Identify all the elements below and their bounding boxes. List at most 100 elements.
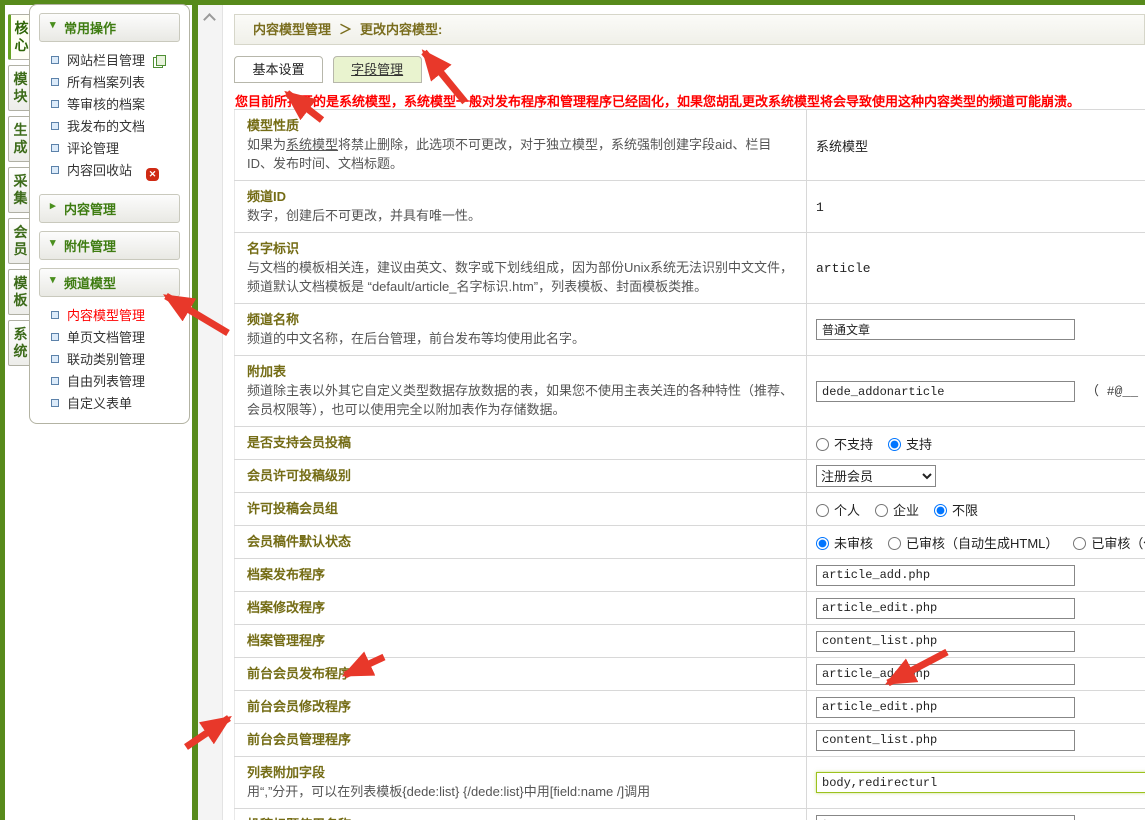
text-input[interactable]	[816, 598, 1075, 619]
sidebar-item-label: 评论管理	[67, 141, 119, 156]
radio-input[interactable]	[816, 537, 829, 550]
sidebar-item-label: 联动类别管理	[67, 352, 145, 367]
radio-input[interactable]	[1073, 537, 1086, 550]
readonly-value: 1	[816, 200, 824, 215]
bullet-icon	[51, 333, 59, 341]
text-input[interactable]	[816, 697, 1075, 718]
radio-option[interactable]: 未审核	[816, 536, 873, 551]
radio-label: 企业	[893, 503, 919, 518]
form-row: 前台会员发布程序	[235, 658, 1145, 691]
sidebar-item[interactable]: 内容回收站✕	[30, 160, 189, 182]
sidebar-item[interactable]: 等审核的档案	[30, 94, 189, 116]
form-row-value-cell: 不支持支持	[807, 427, 1145, 460]
sidebar-item[interactable]: 联动类别管理	[30, 349, 189, 371]
form-row-value-cell	[807, 592, 1145, 625]
breadcrumb-page: 更改内容模型:	[360, 22, 442, 37]
form-row-label: 列表附加字段	[247, 763, 794, 782]
text-input[interactable]	[816, 772, 1145, 793]
form-row: 前台会员管理程序	[235, 724, 1145, 757]
sidebar-item[interactable]: 网站栏目管理	[30, 50, 189, 72]
radio-option[interactable]: 支持	[888, 437, 932, 452]
radio-option[interactable]: 个人	[816, 503, 860, 518]
form-row-value-cell: 注册会员	[807, 460, 1145, 493]
form-row-value-cell: 个人 企业不限	[807, 493, 1145, 526]
form-row-label: 档案修改程序	[247, 598, 794, 617]
bullet-icon	[51, 100, 59, 108]
form-row-label-cell: 前台会员修改程序	[235, 691, 807, 724]
form-row-value-cell	[807, 724, 1145, 757]
radio-input[interactable]	[934, 504, 947, 517]
form-row-value-cell: 1	[807, 181, 1145, 233]
form-row-label: 前台会员发布程序	[247, 664, 794, 683]
form-row: 前台会员修改程序	[235, 691, 1145, 724]
radio-input[interactable]	[875, 504, 888, 517]
sidebar-item-label: 网站栏目管理	[67, 53, 145, 68]
text-input[interactable]	[816, 664, 1075, 685]
form-row: 名字标识与文档的模板相关连，建议由英文、数字或下划线组成，因为部份Unix系统无…	[235, 233, 1145, 304]
dropdown-select[interactable]: 注册会员	[816, 465, 936, 487]
text-input[interactable]	[816, 815, 1075, 820]
sidebar-item[interactable]: 所有档案列表	[30, 72, 189, 94]
tab-basic-settings[interactable]: 基本设置	[234, 56, 323, 83]
sidebar-item-label: 单页文档管理	[67, 330, 145, 345]
sidebar-section-label: 常用操作	[64, 21, 116, 36]
left-green-strip	[0, 0, 5, 820]
form-row-label: 会员稿件默认状态	[247, 532, 794, 551]
sidebar-section-common-actions[interactable]: ▾ 常用操作	[39, 13, 180, 42]
form-row-label: 频道ID	[247, 187, 794, 206]
radio-option[interactable]: 已审核（仅使	[1073, 536, 1145, 551]
form-row-label: 名字标识	[247, 239, 794, 258]
form-row: 频道ID数字，创建后不可更改，并具有唯一性。 1	[235, 181, 1145, 233]
input-note: （ #@__ 是表	[1086, 384, 1145, 399]
breadcrumb-section[interactable]: 内容模型管理	[253, 22, 331, 37]
sidebar-section-content-manage[interactable]: ▸内容管理	[39, 194, 180, 223]
radio-input[interactable]	[816, 504, 829, 517]
breadcrumb-separator: ＞	[339, 22, 352, 37]
form-row-label-cell: 档案管理程序	[235, 625, 807, 658]
bullet-icon	[51, 355, 59, 363]
sidebar-item[interactable]: 单页文档管理	[30, 327, 189, 349]
radio-option[interactable]: 不限	[934, 503, 978, 518]
radio-input[interactable]	[888, 438, 901, 451]
sidebar-item[interactable]: 自定义表单	[30, 393, 189, 415]
radio-input[interactable]	[816, 438, 829, 451]
sidebar-item[interactable]: 评论管理	[30, 138, 189, 160]
form-row-label: 是否支持会员投稿	[247, 433, 794, 452]
form-row-label: 前台会员管理程序	[247, 730, 794, 749]
sidebar-section-attachment-manage[interactable]: ▾附件管理	[39, 231, 180, 260]
form-row: 许可投稿会员组个人企业不限	[235, 493, 1145, 526]
text-input[interactable]	[816, 730, 1075, 751]
recycle-delete-icon[interactable]: ✕	[146, 168, 159, 181]
form-row-desc: 频道的中文名称，在后台管理，前台发布等均使用此名字。	[247, 329, 794, 348]
text-input[interactable]	[816, 631, 1075, 652]
sidebar-scrollbar[interactable]	[198, 5, 223, 820]
sidebar-section-channel-model[interactable]: ▾频道模型	[39, 268, 180, 297]
text-input[interactable]	[816, 565, 1075, 586]
form-row-label-cell: 是否支持会员投稿	[235, 427, 807, 460]
bullet-icon	[51, 166, 59, 174]
radio-option[interactable]: 企业	[875, 503, 919, 518]
form-row-label-cell: 频道ID数字，创建后不可更改，并具有唯一性。	[235, 181, 807, 233]
form-row-value-cell	[807, 559, 1145, 592]
chevron-down-icon: ▾	[50, 18, 56, 31]
sidebar-item[interactable]: 自由列表管理	[30, 371, 189, 393]
text-input[interactable]	[816, 319, 1075, 340]
sidebar-item[interactable]: 内容模型管理	[30, 305, 189, 327]
form-row-label-cell: 档案发布程序	[235, 559, 807, 592]
bullet-icon	[51, 78, 59, 86]
radio-option[interactable]: 不支持	[816, 437, 873, 452]
bullet-icon	[51, 311, 59, 319]
form-row: 会员许可投稿级别注册会员	[235, 460, 1145, 493]
form-row-label: 附加表	[247, 362, 794, 381]
form-row-label-cell: 前台会员发布程序	[235, 658, 807, 691]
text-input[interactable]	[816, 381, 1075, 402]
form-row: 频道名称频道的中文名称，在后台管理，前台发布等均使用此名字。	[235, 304, 1145, 356]
radio-input[interactable]	[888, 537, 901, 550]
sidebar-item[interactable]: 我发布的文档	[30, 116, 189, 138]
sidebar-section-items: 内容模型管理单页文档管理联动类别管理自由列表管理自定义表单	[30, 304, 189, 419]
copy-page-icon[interactable]	[153, 55, 164, 67]
readonly-value: 系统模型	[816, 140, 868, 155]
tab-field-manage[interactable]: 字段管理	[333, 56, 422, 83]
scroll-up-arrow-icon[interactable]	[203, 13, 216, 26]
radio-option[interactable]: 已审核（自动生成HTML）	[888, 536, 1058, 551]
